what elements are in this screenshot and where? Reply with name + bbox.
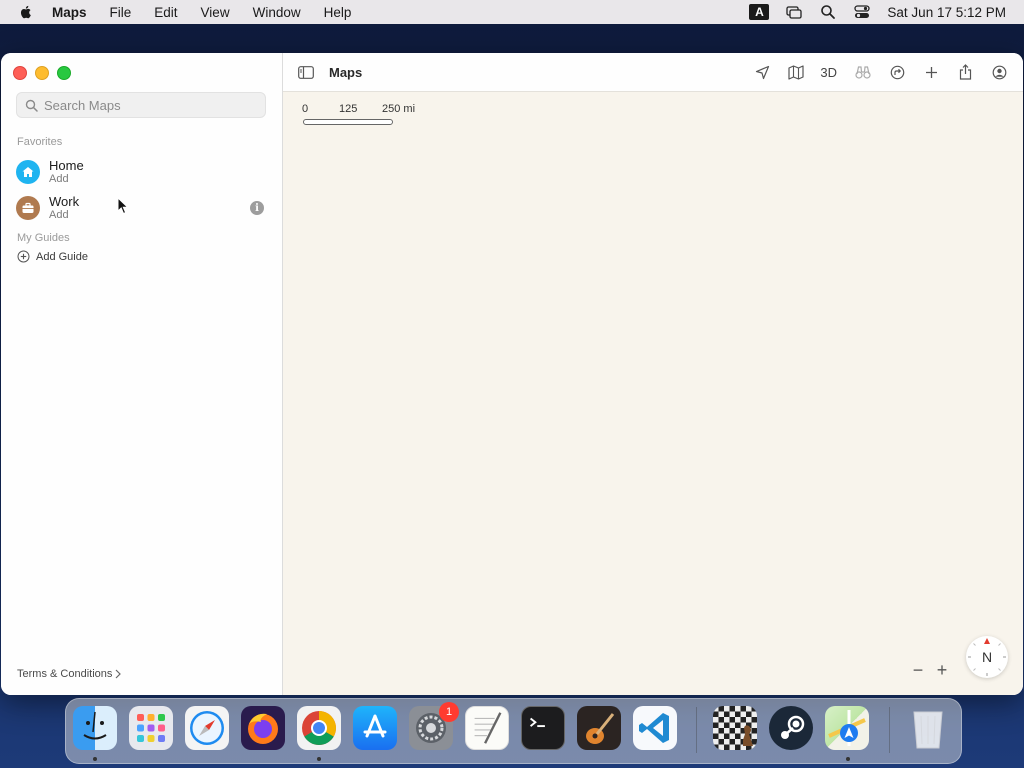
binoculars-icon bbox=[855, 66, 871, 79]
dock-separator-trash bbox=[889, 707, 890, 753]
zoom-controls: − + bbox=[906, 660, 954, 681]
add-button[interactable] bbox=[921, 62, 941, 82]
menu-window[interactable]: Window bbox=[253, 5, 301, 20]
system-preferences-badge: 1 bbox=[439, 702, 459, 722]
sidebar: Favorites Home Add Work bbox=[1, 53, 283, 695]
location-arrow-icon bbox=[755, 65, 769, 79]
favorite-home[interactable]: Home Add bbox=[16, 156, 268, 188]
apple-icon[interactable] bbox=[18, 4, 34, 20]
finder-running-indicator bbox=[93, 757, 97, 761]
app-store-icon[interactable] bbox=[353, 706, 397, 750]
compass-north-label: N bbox=[981, 649, 993, 665]
terms-label: Terms & Conditions bbox=[17, 668, 113, 680]
maps-window: Favorites Home Add Work bbox=[1, 53, 1023, 695]
menu-help[interactable]: Help bbox=[324, 5, 352, 20]
search-icon bbox=[25, 99, 38, 112]
plus-icon bbox=[925, 66, 937, 78]
zoom-window-button[interactable] bbox=[57, 66, 71, 80]
spotlight-search-icon[interactable] bbox=[819, 3, 837, 21]
zoom-in-button[interactable]: + bbox=[930, 660, 954, 681]
mouse-cursor-icon bbox=[117, 197, 129, 215]
textedit-icon[interactable] bbox=[465, 706, 509, 750]
close-window-button[interactable] bbox=[13, 66, 27, 80]
favorite-work[interactable]: Work Add i bbox=[16, 192, 268, 224]
maps-icon[interactable] bbox=[825, 706, 869, 750]
menubar-clock[interactable]: Sat Jun 17 5:12 PM bbox=[887, 5, 1006, 20]
terminal-icon[interactable] bbox=[521, 706, 565, 750]
input-source-indicator[interactable]: A bbox=[749, 4, 770, 20]
finder-icon[interactable] bbox=[73, 706, 117, 750]
compass-button[interactable]: N bbox=[966, 636, 1008, 678]
screen-mirroring-icon[interactable] bbox=[785, 3, 803, 21]
favorite-work-subtitle[interactable]: Add bbox=[49, 209, 79, 222]
window-title: Maps bbox=[329, 64, 363, 80]
search-field[interactable] bbox=[16, 92, 266, 118]
map-scale: 0 125 250 mi bbox=[302, 103, 442, 125]
map-mode-button[interactable] bbox=[786, 62, 806, 82]
plus-circle-icon bbox=[17, 250, 30, 263]
3d-button[interactable]: 3D bbox=[820, 62, 837, 82]
current-location-button[interactable] bbox=[752, 62, 772, 82]
scale-label-250: 250 mi bbox=[382, 103, 416, 115]
chevron-right-icon bbox=[115, 669, 122, 679]
toolbar: Maps 3D bbox=[283, 53, 1023, 92]
chess-icon[interactable] bbox=[713, 706, 757, 750]
add-guide-label: Add Guide bbox=[36, 250, 88, 263]
menu-file[interactable]: File bbox=[110, 5, 132, 20]
share-icon bbox=[959, 64, 971, 80]
my-guides-header: My Guides bbox=[17, 232, 70, 244]
share-button[interactable] bbox=[955, 62, 975, 82]
menu-bar: Maps File Edit View Window Help A Sat Ju… bbox=[0, 0, 1024, 24]
launchpad-icon[interactable] bbox=[129, 706, 173, 750]
menu-edit[interactable]: Edit bbox=[154, 5, 177, 20]
scale-label-0: 0 bbox=[302, 103, 309, 115]
search-input[interactable] bbox=[44, 97, 244, 113]
map-icon bbox=[788, 64, 804, 80]
control-center-icon[interactable] bbox=[853, 3, 871, 21]
map-view[interactable]: Maps 3D 0 125 250 mi − + N bbox=[283, 53, 1023, 695]
favorite-work-title: Work bbox=[49, 194, 80, 209]
firefox-icon[interactable] bbox=[241, 706, 285, 750]
account-button[interactable] bbox=[989, 62, 1009, 82]
chrome-running-indicator bbox=[317, 757, 321, 761]
briefcase-icon bbox=[16, 196, 40, 220]
safari-icon[interactable] bbox=[185, 706, 229, 750]
scale-label-125: 125 bbox=[339, 103, 358, 115]
house-icon bbox=[16, 160, 40, 184]
directions-button[interactable] bbox=[887, 62, 907, 82]
maps-running-indicator bbox=[846, 757, 850, 761]
add-guide-button[interactable]: Add Guide bbox=[17, 250, 88, 263]
favorite-home-title: Home bbox=[49, 158, 84, 173]
favorite-home-subtitle[interactable]: Add bbox=[49, 173, 84, 186]
directions-icon bbox=[890, 65, 904, 79]
trash-icon[interactable] bbox=[906, 706, 950, 750]
vscode-icon[interactable] bbox=[633, 706, 677, 750]
garageband-icon[interactable] bbox=[577, 706, 621, 750]
dock: 1 bbox=[65, 698, 962, 764]
system-preferences-icon[interactable]: 1 bbox=[409, 702, 459, 750]
favorites-header: Favorites bbox=[17, 136, 63, 148]
menu-view[interactable]: View bbox=[201, 5, 230, 20]
chrome-icon[interactable] bbox=[297, 706, 341, 750]
account-icon bbox=[992, 65, 1006, 79]
sidebar-toggle-icon[interactable] bbox=[298, 65, 314, 79]
look-around-button[interactable] bbox=[853, 62, 873, 82]
zoom-out-button[interactable]: − bbox=[906, 660, 930, 681]
window-controls bbox=[13, 66, 79, 80]
minimize-window-button[interactable] bbox=[35, 66, 49, 80]
steam-icon[interactable] bbox=[769, 706, 813, 750]
terms-and-conditions-link[interactable]: Terms & Conditions bbox=[17, 668, 122, 680]
info-icon[interactable]: i bbox=[250, 201, 264, 215]
dock-separator bbox=[696, 707, 697, 753]
menu-app-name[interactable]: Maps bbox=[52, 5, 87, 20]
scale-bar bbox=[303, 119, 393, 125]
